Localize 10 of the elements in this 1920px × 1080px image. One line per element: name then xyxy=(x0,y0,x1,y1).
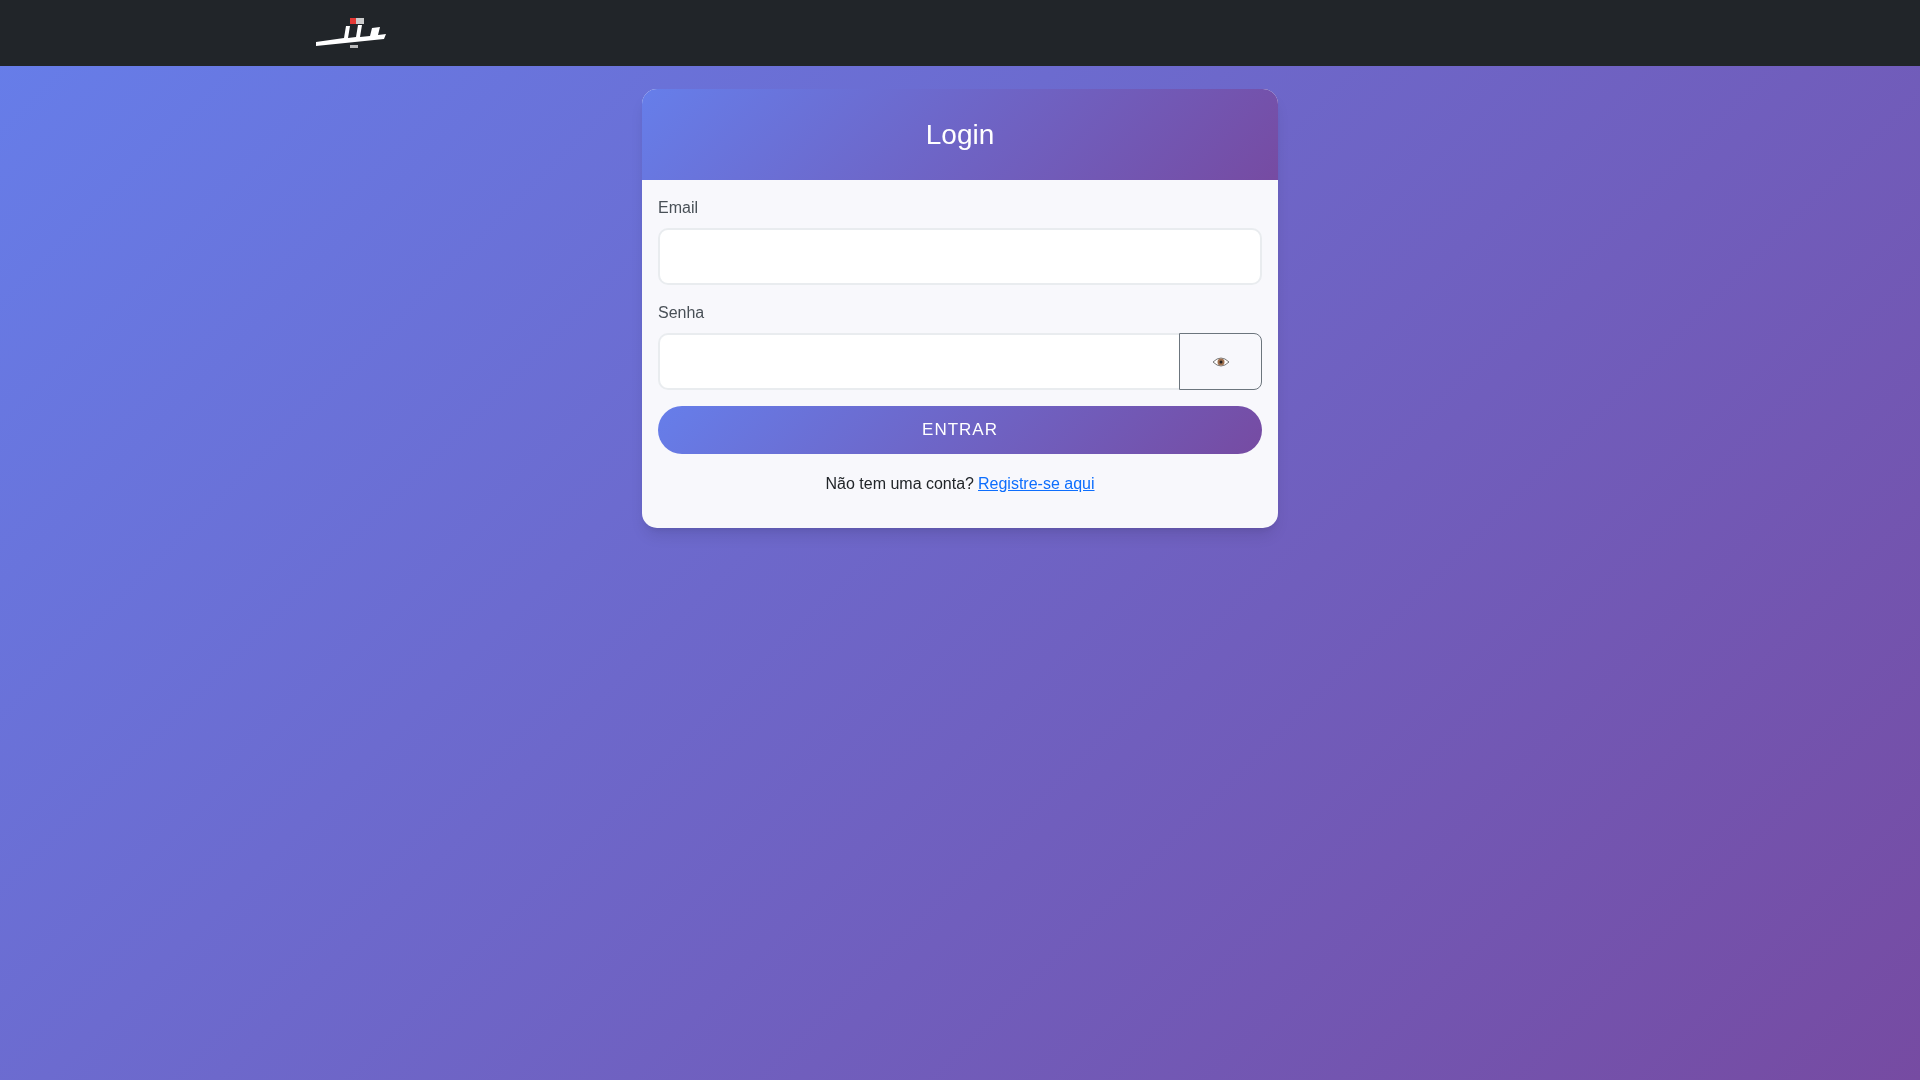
show-password-button[interactable] xyxy=(1179,333,1262,390)
field-label: Email xyxy=(658,198,699,218)
eye-icon xyxy=(1211,355,1230,368)
entrar-button[interactable]: ENTRAR xyxy=(658,406,1262,454)
password-field[interactable] xyxy=(658,333,1179,390)
logo-icon[interactable] xyxy=(314,16,388,50)
register-link[interactable]: Registre-se aqui xyxy=(978,472,1095,496)
register-prompt: Não tem uma conta? xyxy=(825,474,974,494)
card-title: Login xyxy=(925,117,995,152)
field-label: Senha xyxy=(658,303,706,323)
